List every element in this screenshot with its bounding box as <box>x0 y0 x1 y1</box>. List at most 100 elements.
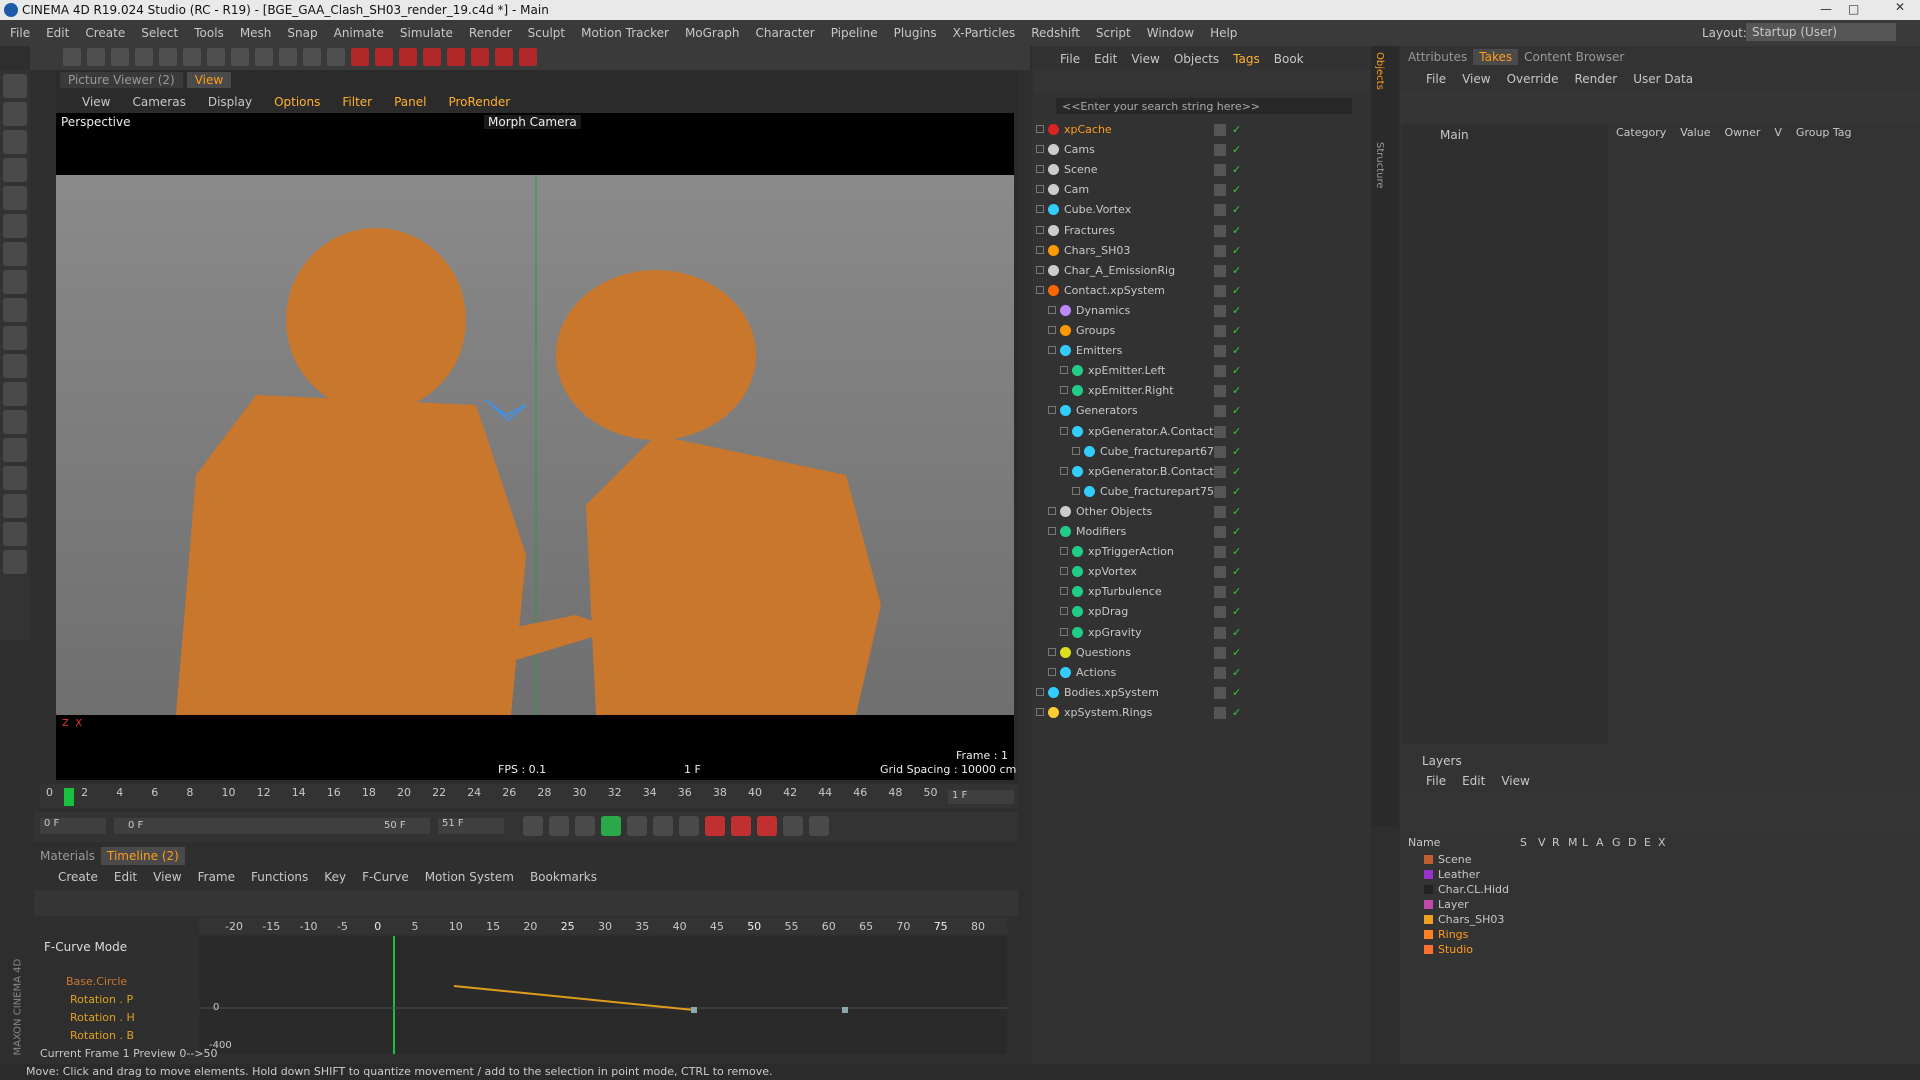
transport-button[interactable] <box>731 816 751 836</box>
check-icon[interactable]: ✓ <box>1232 686 1241 699</box>
om-row[interactable]: Contact.xpSystem ✓ <box>1032 281 1370 301</box>
expand-icon[interactable] <box>1048 506 1056 515</box>
expand-icon[interactable] <box>1048 346 1056 355</box>
tool-icon[interactable] <box>3 466 27 490</box>
om-row[interactable]: xpEmitter.Right ✓ <box>1032 381 1370 401</box>
ce-menu-f-curve[interactable]: F-Curve <box>362 870 409 884</box>
menu-item-file[interactable]: File <box>10 26 30 40</box>
layer-row[interactable]: Rings <box>1400 927 1920 942</box>
toolbar-icon[interactable] <box>519 48 537 66</box>
viewport-menu-cameras[interactable]: Cameras <box>132 95 185 109</box>
om-row[interactable]: Modifiers ✓ <box>1032 522 1370 542</box>
om-row[interactable]: xpTriggerAction ✓ <box>1032 542 1370 562</box>
expand-icon[interactable] <box>1036 165 1044 174</box>
check-icon[interactable]: ✓ <box>1232 425 1241 438</box>
tab-structure[interactable]: Structure <box>1374 142 1385 189</box>
transport-button[interactable] <box>575 816 595 836</box>
check-icon[interactable]: ✓ <box>1232 465 1241 478</box>
check-icon[interactable]: ✓ <box>1232 585 1241 598</box>
tab-timeline[interactable]: Timeline (2) <box>101 847 185 865</box>
toolbar-icon[interactable] <box>279 48 297 66</box>
tab-content-browser[interactable]: Content Browser <box>1518 49 1630 65</box>
check-icon[interactable]: ✓ <box>1232 706 1241 719</box>
layer-row[interactable]: Char.CL.Hidd <box>1400 882 1920 897</box>
visibility-dots[interactable] <box>1214 385 1226 398</box>
menu-item-create[interactable]: Create <box>85 26 125 40</box>
viewport-menu-filter[interactable]: Filter <box>342 95 372 109</box>
tool-icon[interactable] <box>3 410 27 434</box>
layers-menu-edit[interactable]: Edit <box>1462 774 1485 788</box>
expand-icon[interactable] <box>1060 386 1068 395</box>
visibility-dots[interactable] <box>1214 445 1226 458</box>
layout-select[interactable]: Startup (User) <box>1746 23 1896 41</box>
takes-menu-override[interactable]: Override <box>1507 72 1559 86</box>
takes-menu-view[interactable]: View <box>1462 72 1490 86</box>
check-icon[interactable]: ✓ <box>1232 264 1241 277</box>
toolbar-icon[interactable] <box>399 48 417 66</box>
om-menu-tags[interactable]: Tags <box>1233 52 1260 66</box>
visibility-dots[interactable] <box>1214 264 1226 277</box>
tool-icon[interactable] <box>3 382 27 406</box>
expand-icon[interactable] <box>1036 185 1044 194</box>
expand-icon[interactable] <box>1048 305 1056 314</box>
visibility-dots[interactable] <box>1214 164 1226 177</box>
transport-button[interactable] <box>549 816 569 836</box>
transport-button[interactable] <box>705 816 725 836</box>
menu-item-redshift[interactable]: Redshift <box>1031 26 1080 40</box>
toolbar-icon[interactable] <box>255 48 273 66</box>
ce-menu-functions[interactable]: Functions <box>251 870 308 884</box>
visibility-dots[interactable] <box>1214 606 1226 619</box>
viewport-canvas[interactable] <box>56 175 1014 715</box>
expand-icon[interactable] <box>1036 225 1044 234</box>
check-icon[interactable]: ✓ <box>1232 244 1241 257</box>
takes-menu-file[interactable]: File <box>1426 72 1446 86</box>
menu-item-sculpt[interactable]: Sculpt <box>528 26 565 40</box>
expand-icon[interactable] <box>1036 205 1044 214</box>
check-icon[interactable]: ✓ <box>1232 143 1241 156</box>
expand-icon[interactable] <box>1060 627 1068 636</box>
visibility-dots[interactable] <box>1214 526 1226 538</box>
menu-item-character[interactable]: Character <box>755 26 814 40</box>
curve-track-row[interactable]: Rotation . H <box>34 1010 194 1028</box>
expand-icon[interactable] <box>1060 567 1068 576</box>
om-row[interactable]: Actions ✓ <box>1032 663 1370 683</box>
check-icon[interactable]: ✓ <box>1232 626 1241 639</box>
tool-icon[interactable] <box>3 214 27 238</box>
expand-icon[interactable] <box>1048 667 1056 676</box>
om-menu-objects[interactable]: Objects <box>1174 52 1219 66</box>
ce-menu-motion-system[interactable]: Motion System <box>425 870 514 884</box>
transport-button[interactable] <box>601 816 621 836</box>
check-icon[interactable]: ✓ <box>1232 646 1241 659</box>
toolbar-icon[interactable] <box>111 48 129 66</box>
tool-icon[interactable] <box>3 298 27 322</box>
visibility-dots[interactable] <box>1214 144 1226 157</box>
toolbar-icon[interactable] <box>231 48 249 66</box>
check-icon[interactable]: ✓ <box>1232 384 1241 397</box>
check-icon[interactable]: ✓ <box>1232 163 1241 176</box>
om-row[interactable]: Dynamics ✓ <box>1032 301 1370 321</box>
toolbar-icon[interactable] <box>63 48 81 66</box>
tab-picture-viewer[interactable]: Picture Viewer (2) <box>60 72 183 88</box>
toolbar-icon[interactable] <box>447 48 465 66</box>
om-row[interactable]: xpTurbulence ✓ <box>1032 582 1370 602</box>
tool-icon[interactable] <box>3 354 27 378</box>
visibility-dots[interactable] <box>1214 505 1226 518</box>
curve-ruler[interactable]: -20 -15 -10 -5 0 5 10 15 20 25 30 35 40 45 50 55 60 65 70 7… <box>199 918 1007 934</box>
om-row[interactable]: Groups ✓ <box>1032 321 1370 341</box>
om-row[interactable]: xpDrag ✓ <box>1032 602 1370 622</box>
expand-icon[interactable] <box>1048 326 1056 334</box>
curve-graph[interactable]: 0 -400 <box>199 936 1007 1054</box>
curve-track-row[interactable]: Base.Circle <box>34 974 194 992</box>
layer-row[interactable]: Scene <box>1400 852 1920 867</box>
check-icon[interactable]: ✓ <box>1232 123 1241 136</box>
end-frame-field[interactable]: 1 F <box>948 790 1014 804</box>
ce-menu-create[interactable]: Create <box>58 870 98 884</box>
om-row[interactable]: Questions ✓ <box>1032 643 1370 663</box>
om-row[interactable]: Char_A_EmissionRig ✓ <box>1032 261 1370 281</box>
tool-icon[interactable] <box>3 130 27 154</box>
om-row[interactable]: Bodies.xpSystem ✓ <box>1032 683 1370 703</box>
toolbar-icon[interactable] <box>375 48 393 66</box>
tab-objects[interactable]: Objects <box>1374 52 1385 90</box>
check-icon[interactable]: ✓ <box>1232 203 1241 216</box>
visibility-dots[interactable] <box>1214 244 1226 257</box>
